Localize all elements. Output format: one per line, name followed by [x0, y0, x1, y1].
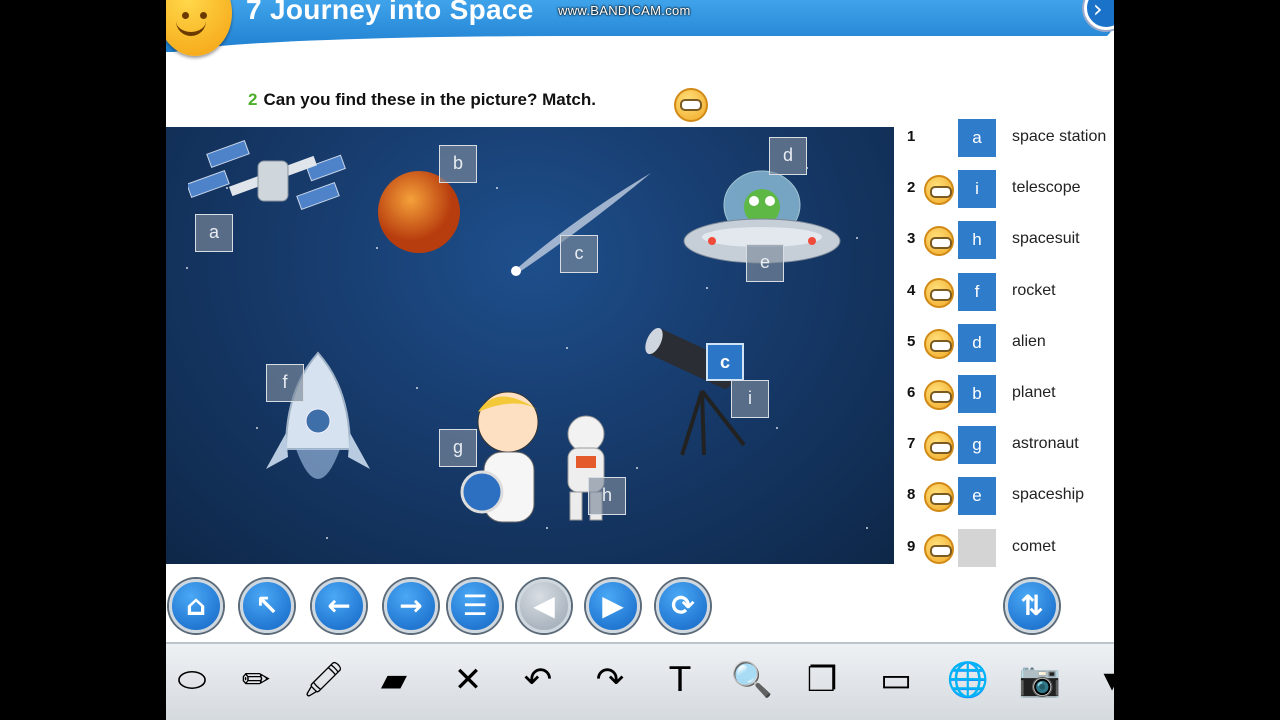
audio-button-icon[interactable] [924, 533, 954, 564]
answer-box[interactable] [958, 528, 996, 567]
picture-tag-e[interactable]: e [746, 244, 784, 282]
unit-title: 7 Journey into Space [246, 0, 534, 25]
instruction: 2 Can you find these in the picture? Matc… [248, 90, 596, 110]
star [566, 347, 568, 349]
answer-box[interactable]: f [958, 272, 996, 311]
eraser-icon[interactable]: ⬭ [166, 654, 218, 706]
picture-tag-f[interactable]: f [266, 364, 304, 402]
match-number: 6 [907, 384, 916, 401]
match-word: comet [1012, 537, 1056, 555]
instruction-number: 2 [248, 90, 258, 109]
list-button[interactable]: ☰ [448, 579, 502, 633]
match-row: 5 d alien [894, 323, 1114, 363]
answer-box[interactable]: g [958, 426, 996, 465]
arrow-up-left-button[interactable]: ↖ [240, 579, 294, 633]
marker-icon[interactable]: 🖍 [298, 654, 350, 706]
match-word: astronaut [1012, 435, 1079, 453]
zoom-icon[interactable]: 🔍 [726, 654, 778, 706]
swap-button[interactable]: ⇅ [1005, 579, 1059, 633]
pencil-icon[interactable]: ✏ [230, 654, 282, 706]
match-row: 9 comet [894, 528, 1114, 568]
match-word: planet [1012, 384, 1056, 401]
match-word: spaceship [1012, 486, 1085, 504]
activity-window: 7 Journey into Space www.BANDICAM.com › … [166, 0, 1114, 720]
picture-tag-i[interactable]: i [731, 380, 769, 418]
match-number: 7 [907, 435, 916, 453]
camera-icon[interactable]: 📷 [1014, 654, 1066, 706]
undo-icon[interactable]: ↶ [512, 654, 564, 706]
redo-icon[interactable]: ↷ [584, 654, 636, 706]
answer-box[interactable]: a [958, 119, 996, 157]
picture-tag-c-selected[interactable]: c [706, 343, 744, 381]
answer-box[interactable]: e [958, 477, 996, 516]
blank-screen-icon[interactable]: ▭ [870, 654, 922, 706]
more-icon[interactable]: ▾ [1086, 654, 1114, 706]
header-curve [166, 36, 1114, 66]
globe-icon[interactable]: 🌐 [942, 654, 994, 706]
star [416, 387, 418, 389]
match-word: spacesuit [1012, 230, 1080, 248]
picture-tag-b[interactable]: b [439, 145, 477, 183]
star [706, 287, 708, 289]
match-number: 1 [907, 128, 916, 145]
clear-icon[interactable]: ✕ [442, 654, 494, 706]
smiley-mouth [176, 18, 206, 36]
picture-tag-h[interactable]: h [588, 477, 626, 515]
match-row: 1 a space station [894, 118, 1114, 158]
picture-tag-d[interactable]: d [769, 137, 807, 175]
star [856, 237, 858, 239]
match-number: 8 [907, 486, 916, 504]
answer-box[interactable]: i [958, 170, 996, 209]
match-number: 2 [907, 179, 916, 197]
star [326, 537, 328, 539]
match-word: space station [1012, 128, 1107, 145]
annotation-toolbar: ⬭ ✏ 🖍 ▰ ✕ ↶ ↷ T 🔍 ❐ ▭ 🌐 📷 ▾ [166, 642, 1114, 720]
textbox-icon[interactable]: T [654, 654, 706, 706]
audio-button-icon[interactable] [924, 328, 954, 359]
match-row: 3 h spacesuit [894, 220, 1114, 260]
audio-button-icon[interactable] [924, 175, 954, 206]
window-icon[interactable]: ❐ [796, 654, 848, 706]
arrow-right-button[interactable]: → [384, 579, 438, 633]
refresh-button[interactable]: ⟳ [656, 579, 710, 633]
match-row: 4 f rocket [894, 272, 1114, 312]
match-number: 3 [907, 230, 916, 248]
match-word: rocket [1012, 281, 1056, 299]
match-number: 9 [907, 537, 916, 555]
audio-button-icon[interactable] [924, 277, 954, 308]
match-word: alien [1012, 332, 1046, 350]
star [636, 467, 638, 469]
star [186, 267, 188, 269]
answer-box[interactable]: b [958, 375, 996, 413]
recording-watermark: www.BANDICAM.com [558, 3, 691, 18]
match-row: 2 i telescope [894, 169, 1114, 209]
audio-button-icon[interactable] [924, 226, 954, 257]
audio-button-icon[interactable] [924, 380, 954, 410]
match-row: 7 g astronaut [894, 425, 1114, 465]
space-picture: a b c d e f c i g h [166, 127, 894, 564]
home-button[interactable]: ⌂ [169, 579, 223, 633]
star [866, 527, 868, 529]
arrow-left-button[interactable]: ← [312, 579, 366, 633]
play-forward-button[interactable]: ▶ [586, 579, 640, 633]
play-back-button[interactable]: ◀ [517, 579, 571, 633]
star [776, 427, 778, 429]
audio-button-icon[interactable] [924, 431, 954, 462]
picture-tag-g[interactable]: g [439, 429, 477, 467]
match-row: 8 e spaceship [894, 476, 1114, 516]
answer-box[interactable]: d [958, 323, 996, 362]
star [496, 187, 498, 189]
picture-tag-a[interactable]: a [195, 214, 233, 252]
picture-tag-c[interactable]: c [560, 235, 598, 273]
match-row: 6 b planet [894, 374, 1114, 414]
highlighter-icon[interactable]: ▰ [368, 654, 420, 706]
match-number: 4 [907, 281, 916, 299]
audio-button-icon[interactable] [924, 482, 954, 513]
match-word: telescope [1012, 179, 1081, 197]
match-number: 5 [907, 332, 916, 350]
instruction-audio-icon[interactable] [674, 88, 708, 122]
answer-box[interactable]: h [958, 221, 996, 260]
instruction-text: Can you find these in the picture? Match… [263, 90, 596, 109]
